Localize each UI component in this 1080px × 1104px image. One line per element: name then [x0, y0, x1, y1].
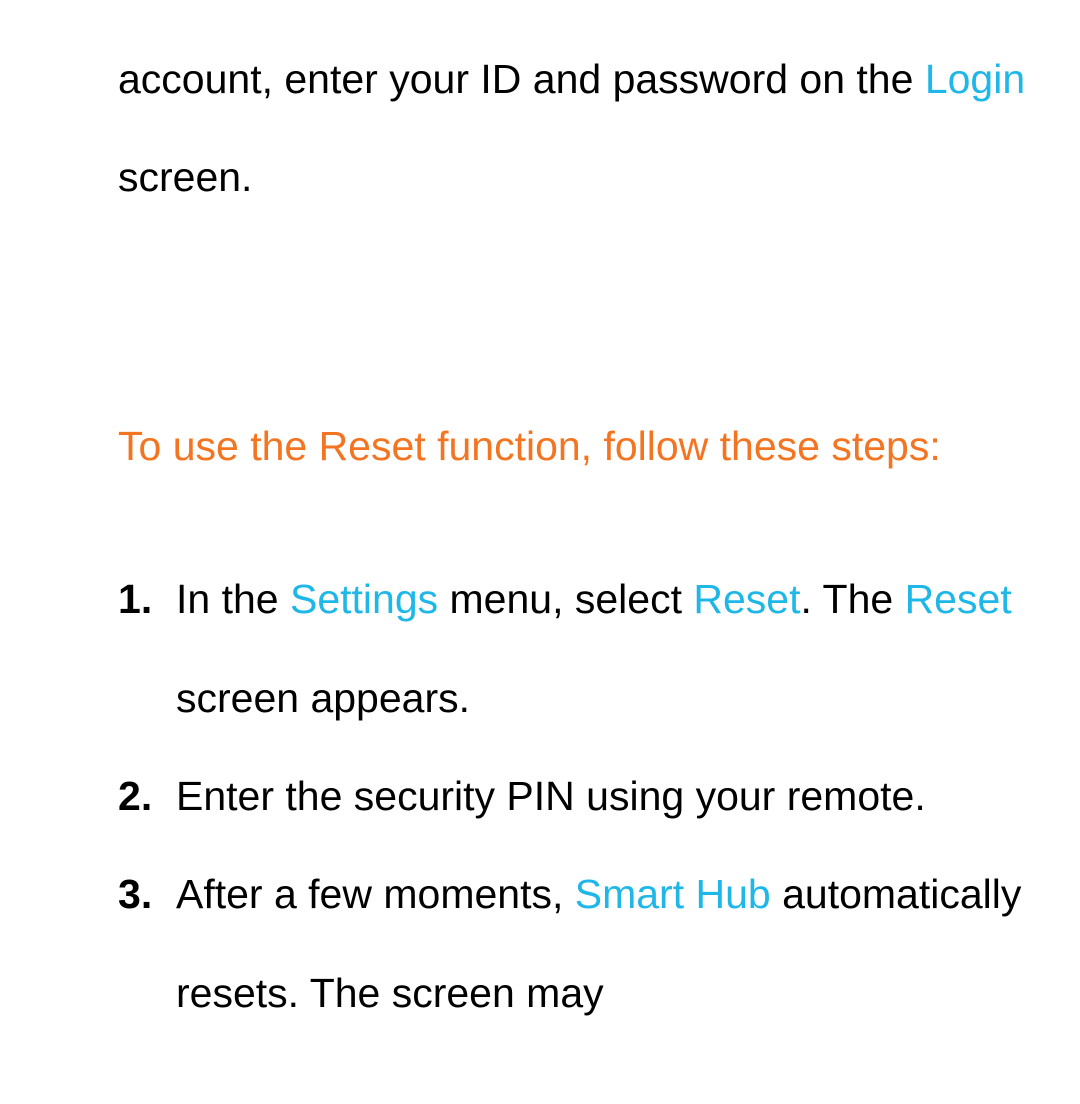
intro-text-after: screen.: [118, 154, 252, 200]
step1-text-3: . The: [800, 576, 904, 622]
login-keyword: Login: [925, 56, 1025, 102]
intro-paragraph: account, enter your ID and password on t…: [118, 30, 1030, 227]
reset-keyword-1: Reset: [693, 576, 800, 622]
section-heading: To use the Reset function, follow these …: [118, 397, 1030, 495]
smarthub-keyword: Smart Hub: [575, 871, 771, 917]
settings-keyword: Settings: [290, 576, 438, 622]
intro-text-before: account, enter your ID and password on t…: [118, 56, 925, 102]
step-1: In the Settings menu, select Reset. The …: [118, 550, 1030, 747]
step2-text-1: Enter the security PIN using your remote…: [176, 773, 926, 819]
reset-keyword-2: Reset: [905, 576, 1012, 622]
step1-text-4: screen appears.: [176, 675, 470, 721]
step-2: Enter the security PIN using your remote…: [118, 747, 1030, 845]
step-list: In the Settings menu, select Reset. The …: [118, 550, 1030, 1042]
step3-text-1: After a few moments,: [176, 871, 575, 917]
step-3: After a few moments, Smart Hub automatic…: [118, 845, 1030, 1042]
step1-text-1: In the: [176, 576, 290, 622]
step1-text-2: menu, select: [438, 576, 693, 622]
